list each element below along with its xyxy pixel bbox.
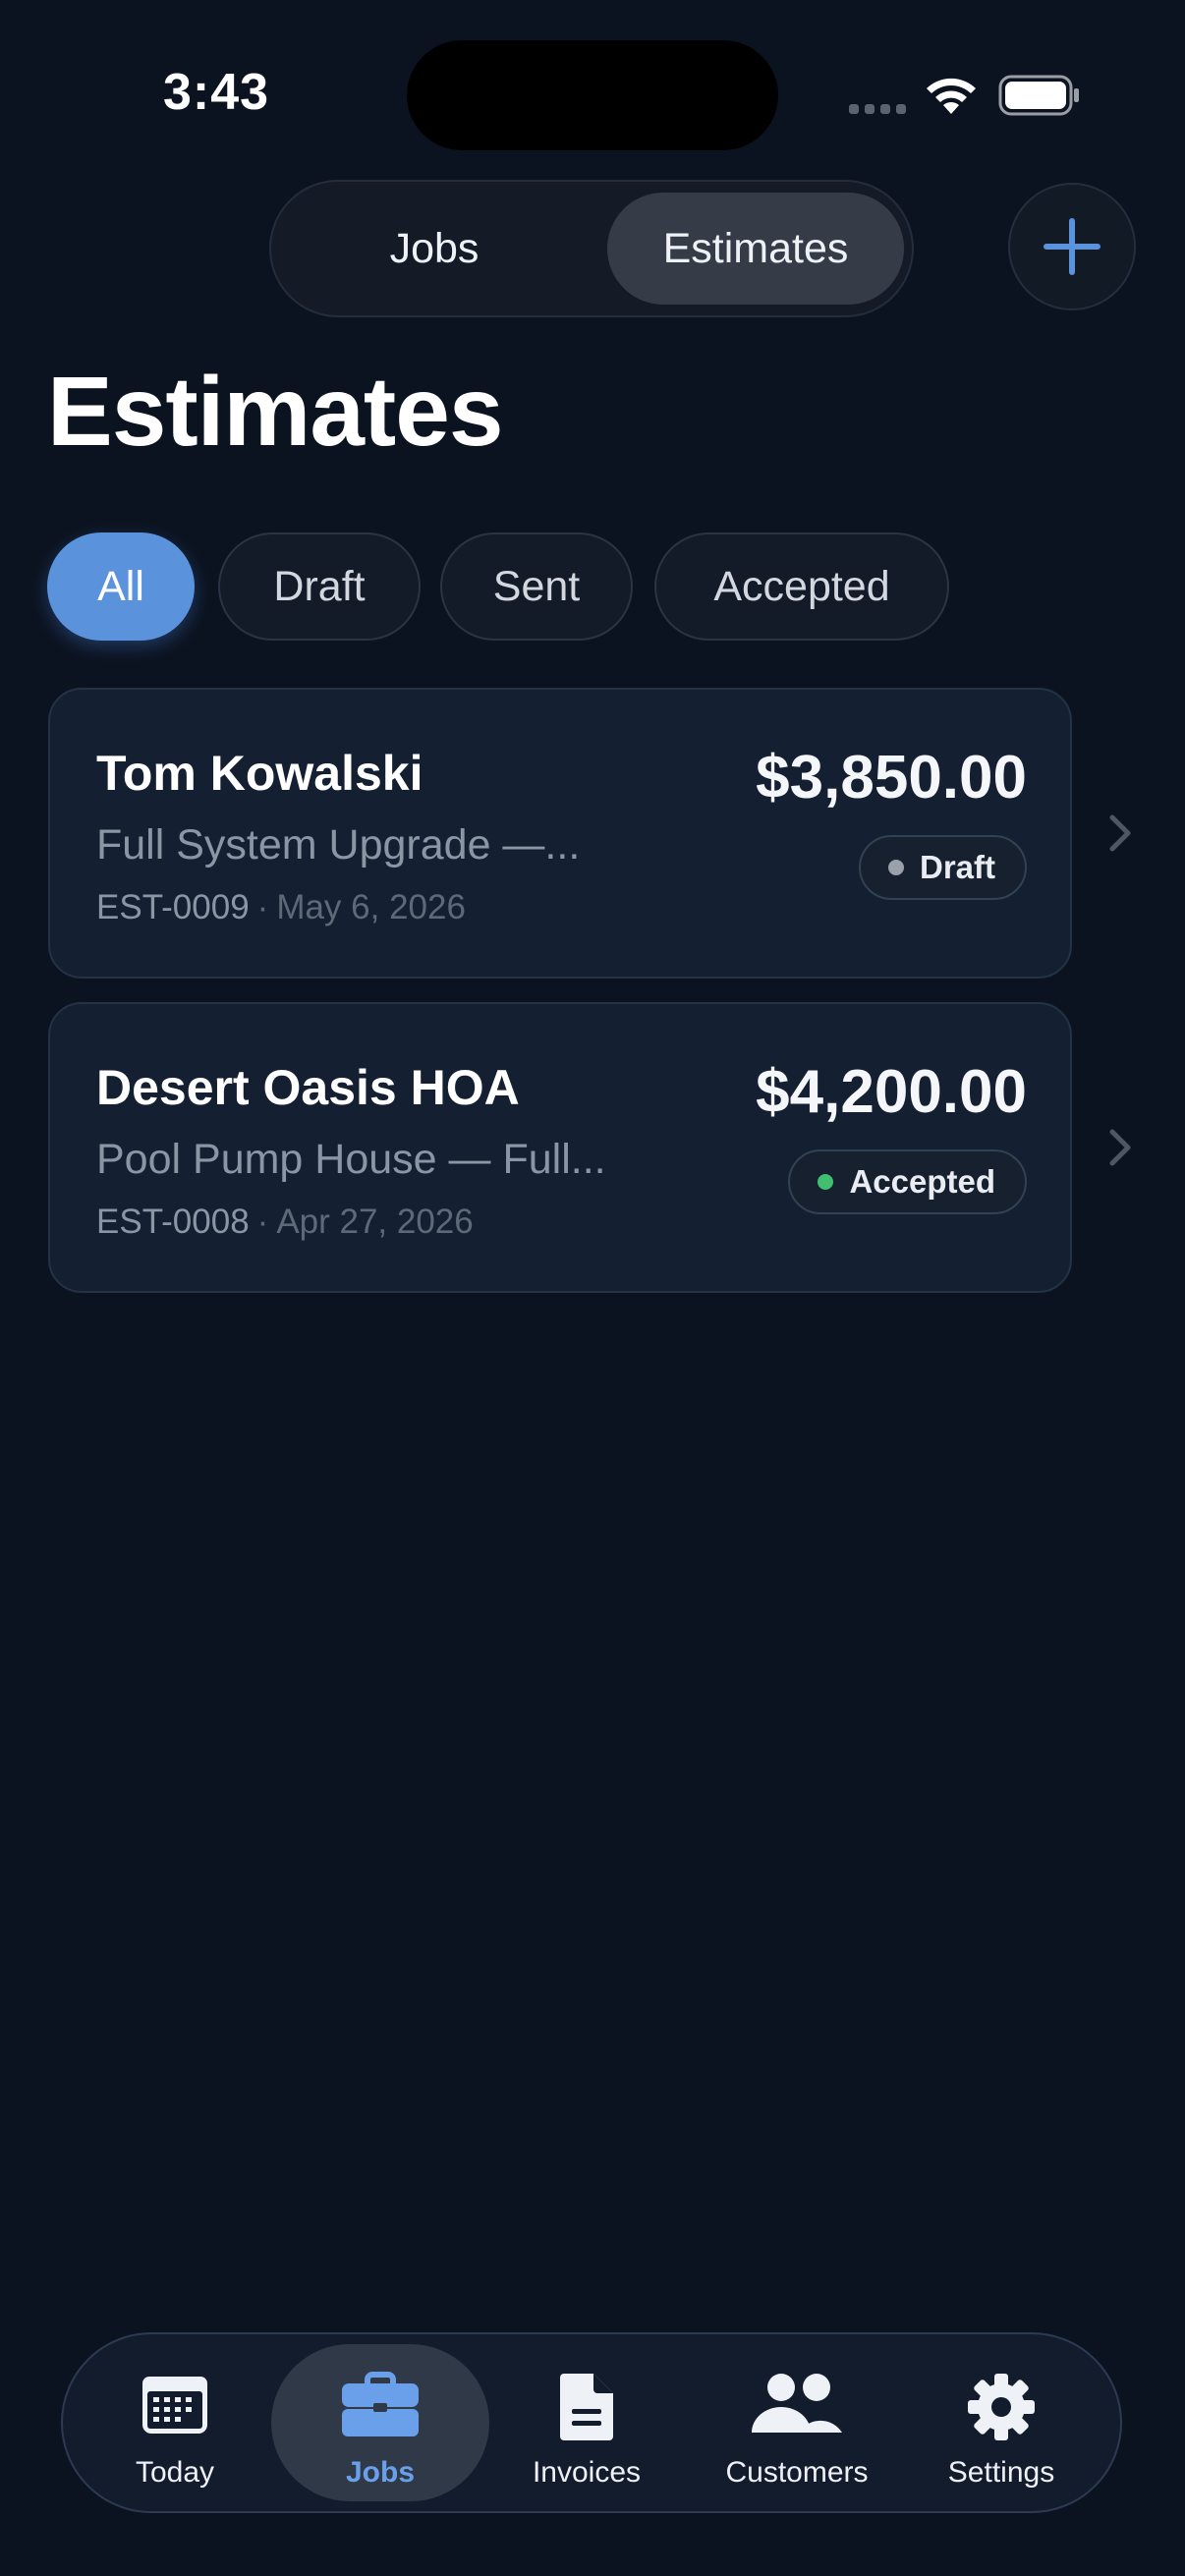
plus-icon	[1044, 218, 1100, 275]
filter-chip-draft[interactable]: Draft	[218, 532, 421, 641]
tab-label: Invoices	[532, 2456, 642, 2489]
estimate-card[interactable]: Desert Oasis HOA Pool Pump House — Full.…	[48, 1002, 1072, 1293]
estimate-number: EST-0009	[96, 888, 250, 926]
filter-chip-sent[interactable]: Sent	[440, 532, 633, 641]
chevron-right-icon[interactable]	[1106, 812, 1136, 855]
tab-label: Jobs	[345, 2456, 416, 2489]
status-badge: Accepted	[788, 1149, 1027, 1214]
tab-label: Customers	[725, 2456, 869, 2489]
estimate-amount: $4,200.00	[756, 1058, 1027, 1126]
tab-label: Settings	[947, 2456, 1055, 2489]
segment-estimates[interactable]: Estimates	[607, 193, 904, 305]
filter-chip-all[interactable]: All	[47, 532, 195, 641]
add-estimate-button[interactable]	[1008, 183, 1136, 310]
filter-chip-accepted[interactable]: Accepted	[654, 532, 949, 641]
estimate-date: May 6, 2026	[276, 888, 466, 926]
bottom-tab-bar: Today Jobs Invoices Customers Settings	[61, 2332, 1122, 2513]
customer-name: Tom Kowalski	[96, 746, 423, 801]
segment-jobs[interactable]: Jobs	[281, 193, 588, 305]
estimate-meta: EST-0009 · May 6, 2026	[96, 888, 466, 927]
estimate-amount: $3,850.00	[756, 744, 1027, 812]
tab-invoices[interactable]: Invoices	[503, 2344, 670, 2501]
jobs-estimates-segmented-control: Jobs Estimates	[269, 180, 914, 317]
briefcase-icon	[342, 2372, 419, 2436]
estimate-description: Full System Upgrade —...	[96, 821, 581, 868]
estimate-card[interactable]: Tom Kowalski Full System Upgrade —... ES…	[48, 688, 1072, 979]
tab-today[interactable]: Today	[102, 2344, 248, 2501]
meta-separator: ·	[256, 888, 269, 926]
estimate-meta: EST-0008 · Apr 27, 2026	[96, 1203, 474, 1242]
dynamic-island	[407, 40, 778, 150]
estimate-number: EST-0008	[96, 1203, 250, 1241]
battery-icon	[998, 75, 1079, 116]
estimates-screen: 3:43 Jobs Estimates Estimates All Draft …	[0, 0, 1185, 2576]
estimate-description: Pool Pump House — Full...	[96, 1136, 606, 1183]
calendar-icon	[142, 2377, 207, 2434]
document-icon	[560, 2374, 613, 2440]
tab-customers[interactable]: Customers	[692, 2344, 902, 2501]
estimate-date: Apr 27, 2026	[276, 1203, 474, 1241]
tab-jobs[interactable]: Jobs	[271, 2344, 489, 2501]
meta-separator: ·	[256, 1203, 269, 1241]
status-dot	[887, 860, 904, 875]
status-label: Accepted	[849, 1163, 995, 1200]
customer-name: Desert Oasis HOA	[96, 1060, 520, 1115]
status-label: Draft	[919, 849, 995, 885]
gear-icon	[968, 2374, 1035, 2440]
cellular-signal-icon	[849, 104, 906, 114]
tab-settings[interactable]: Settings	[922, 2344, 1081, 2501]
people-icon	[752, 2374, 842, 2433]
wifi-icon	[927, 78, 976, 114]
status-badge: Draft	[858, 835, 1027, 900]
page-title: Estimates	[47, 357, 503, 467]
status-dot	[818, 1174, 834, 1190]
tab-label: Today	[135, 2456, 215, 2489]
status-time: 3:43	[163, 64, 270, 121]
chevron-right-icon[interactable]	[1106, 1126, 1136, 1169]
